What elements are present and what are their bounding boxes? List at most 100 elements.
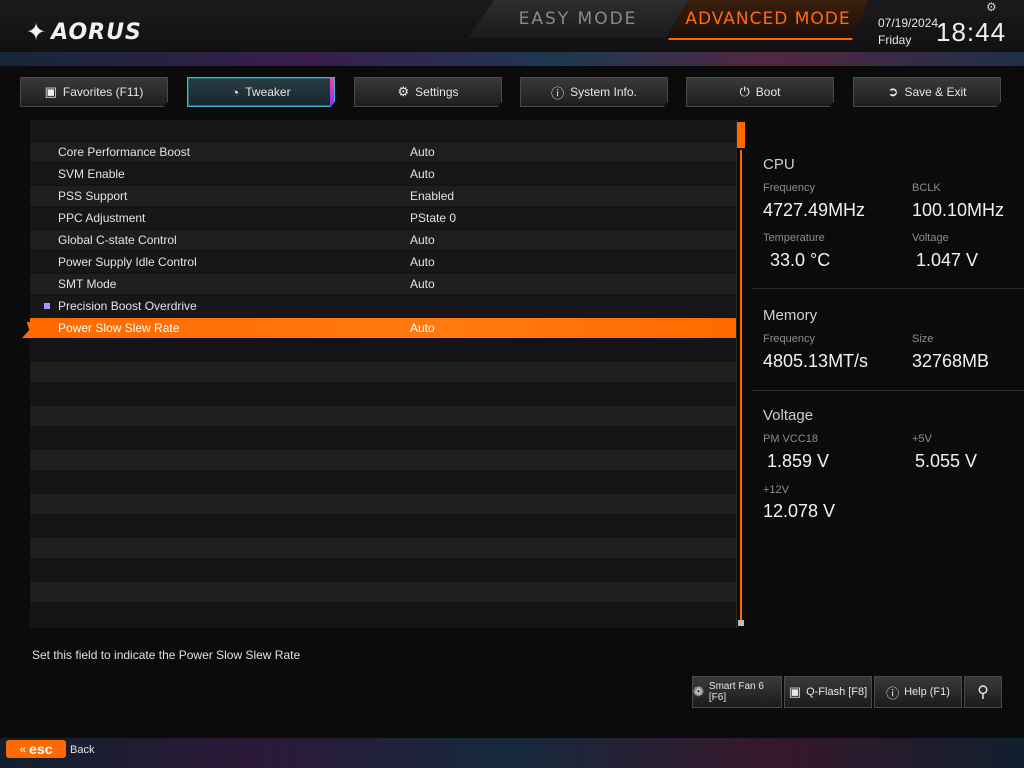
qflash-button[interactable]: ▣ Q-Flash [F8] (784, 676, 872, 708)
fan-icon: ❁ (693, 684, 704, 699)
back-label: Back (70, 744, 95, 756)
setting-description: Set this field to indicate the Power Slo… (32, 648, 301, 662)
setting-core-performance-boost[interactable]: Core Performance Boost Auto (30, 142, 736, 162)
pm-vcc18-label: PM VCC18 (763, 433, 819, 445)
tab-tweaker[interactable]: ◔ Tweaker (187, 77, 335, 107)
chip-icon: ▣ (788, 684, 802, 699)
setting-global-cstate-control[interactable]: Global C-state Control Auto (30, 230, 736, 250)
empty-row (30, 406, 736, 426)
esc-label: esc (29, 741, 53, 757)
smart-fan-button[interactable]: ❁ Smart Fan 6 [F6] (692, 676, 782, 708)
setting-name: PSS Support (58, 189, 128, 203)
settings-gear-icon[interactable]: ⚙ (986, 0, 997, 14)
cpu-voltage-label: Voltage (912, 232, 949, 244)
cpu-frequency-label: Frequency (763, 182, 815, 194)
voltage-section-title: Voltage (763, 407, 814, 424)
setting-name: Precision Boost Overdrive (58, 299, 197, 313)
aorus-logo: ✦ AORUS (26, 18, 142, 46)
empty-row (30, 362, 736, 382)
cpu-voltage-value: 1.047 V (916, 250, 979, 270)
tab-save-exit[interactable]: ➲ Save & Exit (853, 77, 1001, 107)
help-icon: ⓘ (886, 685, 900, 701)
submenu-precision-boost-overdrive[interactable]: Precision Boost Overdrive (30, 296, 736, 316)
plus12v-label: +12V (763, 484, 789, 496)
setting-svm-enable[interactable]: SVM Enable Auto (30, 164, 736, 184)
cpu-section-title: CPU (763, 156, 795, 173)
advanced-mode-tab[interactable]: ADVANCED MODE (668, 0, 868, 40)
smart-fan-label: Smart Fan 6 [F6] (708, 681, 764, 703)
setting-value: Auto (410, 233, 435, 247)
divider (752, 390, 1024, 391)
tab-label: System Info. (570, 85, 637, 99)
tab-boot[interactable]: ⏻ Boot (686, 77, 834, 107)
memory-section-title: Memory (763, 307, 818, 324)
day-text: Friday (878, 33, 912, 47)
tab-settings[interactable]: ⚙ Settings (354, 77, 502, 107)
setting-ppc-adjustment[interactable]: PPC Adjustment PState 0 (30, 208, 736, 228)
tab-label: Tweaker (245, 85, 291, 99)
setting-pss-support[interactable]: PSS Support Enabled (30, 186, 736, 206)
tab-label: Settings (415, 85, 459, 99)
speedometer-icon: ◔ (231, 84, 240, 100)
eagle-logo-icon: ✦ (26, 18, 48, 46)
tab-favorites[interactable]: ▣ Favorites (F11) (20, 77, 168, 107)
memory-frequency-label: Frequency (763, 333, 815, 345)
tab-label: Boot (755, 85, 781, 99)
setting-power-supply-idle-control[interactable]: Power Supply Idle Control Auto (30, 252, 736, 272)
temperature-value: 33.0 °C (770, 250, 831, 270)
help-label: Help (F1) (904, 686, 950, 698)
logo-text: AORUS (51, 19, 142, 45)
setting-value: Auto (410, 321, 435, 335)
setting-power-slow-slew-rate[interactable]: Power Slow Slew Rate Auto (30, 318, 736, 338)
memory-frequency-value: 4805.13MT/s (763, 351, 869, 371)
esc-button[interactable]: « esc (6, 740, 66, 758)
setting-name: SVM Enable (58, 167, 125, 181)
empty-row (30, 538, 736, 558)
main-tabs: ▣ Favorites (F11) ◔ Tweaker ⚙ Settings ⓘ… (20, 77, 1004, 109)
hardware-info-panel: CPU Frequency BCLK 4727.49MHz 100.10MHz … (752, 120, 1024, 628)
exit-icon: ➲ (887, 84, 899, 99)
bclk-label: BCLK (912, 182, 941, 194)
gear-icon: ⚙ (397, 84, 410, 99)
plus5v-label: +5V (912, 433, 932, 445)
list-scrollbar[interactable] (736, 120, 745, 628)
scrollbar-thumb[interactable] (737, 122, 745, 148)
plus5v-value: 5.055 V (915, 451, 978, 471)
memory-size-value: 32768MB (912, 351, 990, 371)
tab-system-info[interactable]: ⓘ System Info. (520, 77, 668, 107)
scrollbar-track (740, 150, 742, 620)
divider (752, 288, 1024, 289)
help-button[interactable]: ⓘ Help (F1) (874, 676, 962, 708)
tab-label: Favorites (F11) (62, 85, 144, 99)
scroll-down-arrow-icon[interactable] (738, 620, 744, 626)
setting-name: Power Slow Slew Rate (58, 321, 180, 335)
header-decoration (0, 52, 1024, 66)
qflash-label: Q-Flash [F8] (806, 686, 868, 698)
header-bar: ✦ AORUS EASY MODE ADVANCED MODE 07/19/20… (0, 0, 1024, 66)
memory-size-label: Size (912, 333, 934, 345)
plus12v-value: 12.078 V (763, 501, 836, 521)
favorites-icon: ▣ (44, 84, 57, 99)
pm-vcc18-value: 1.859 V (767, 451, 830, 471)
temperature-label: Temperature (763, 232, 825, 244)
info-icon: ⓘ (551, 85, 565, 101)
date-display: 07/19/2024 Friday (878, 15, 938, 49)
setting-value: Auto (410, 277, 435, 291)
date-text: 07/19/2024 (878, 16, 939, 30)
empty-row (30, 450, 736, 470)
selection-marker (22, 322, 34, 338)
settings-list: Core Performance Boost Auto SVM Enable A… (30, 120, 736, 628)
setting-smt-mode[interactable]: SMT Mode Auto (30, 274, 736, 294)
bclk-value: 100.10MHz (912, 200, 1005, 220)
setting-value: Enabled (410, 189, 455, 203)
tab-label: Save & Exit (904, 85, 967, 99)
setting-name: PPC Adjustment (58, 211, 146, 225)
search-icon: ⚲ (977, 684, 989, 701)
search-button[interactable]: ⚲ (964, 676, 1002, 708)
submenu-bullet-icon (44, 303, 50, 309)
setting-name: Power Supply Idle Control (58, 255, 197, 269)
setting-name: Global C-state Control (58, 233, 177, 247)
clock: 18:44 (936, 17, 1007, 47)
power-icon: ⏻ (739, 84, 750, 99)
easy-mode-tab[interactable]: EASY MODE (468, 0, 688, 38)
